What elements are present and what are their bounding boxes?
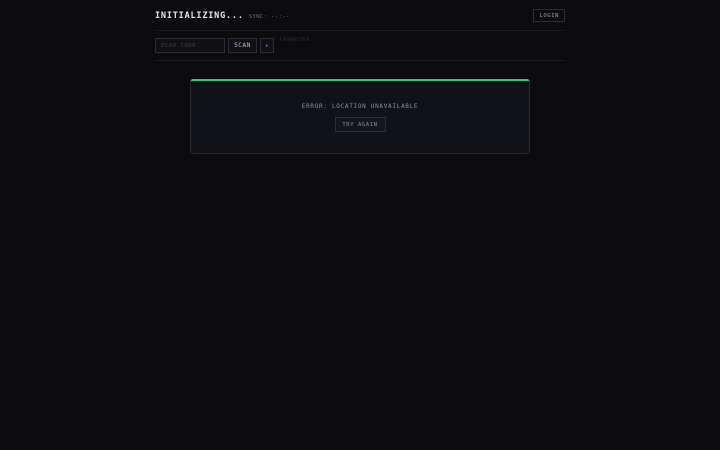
page: INITIALIZING... SYNC: --:-- LOGIN SCAN ▸… (0, 0, 720, 450)
page-title: INITIALIZING... (155, 10, 244, 21)
main-container: INITIALIZING... SYNC: --:-- LOGIN SCAN ▸… (155, 0, 565, 61)
error-message: ERROR: LOCATION UNAVAILABLE (301, 103, 419, 110)
header-left: INITIALIZING... SYNC: --:-- (155, 11, 290, 21)
login-button[interactable]: LOGIN (533, 9, 565, 22)
icao-code-input[interactable] (155, 38, 225, 53)
sync-status: SYNC: --:-- (248, 13, 290, 20)
scan-button[interactable]: SCAN (228, 38, 257, 53)
header-bar: INITIALIZING... SYNC: --:-- LOGIN (155, 1, 565, 31)
try-again-button[interactable]: TRY AGAIN (334, 117, 386, 132)
search-toolbar: SCAN ▸ FAVORITES (155, 31, 565, 61)
error-panel: ERROR: LOCATION UNAVAILABLE TRY AGAIN (190, 79, 530, 154)
favorites-toggle-button[interactable]: ▸ (260, 38, 274, 53)
play-arrow-icon: ▸ (265, 42, 269, 49)
favorites-label: FAVORITES (280, 38, 310, 43)
